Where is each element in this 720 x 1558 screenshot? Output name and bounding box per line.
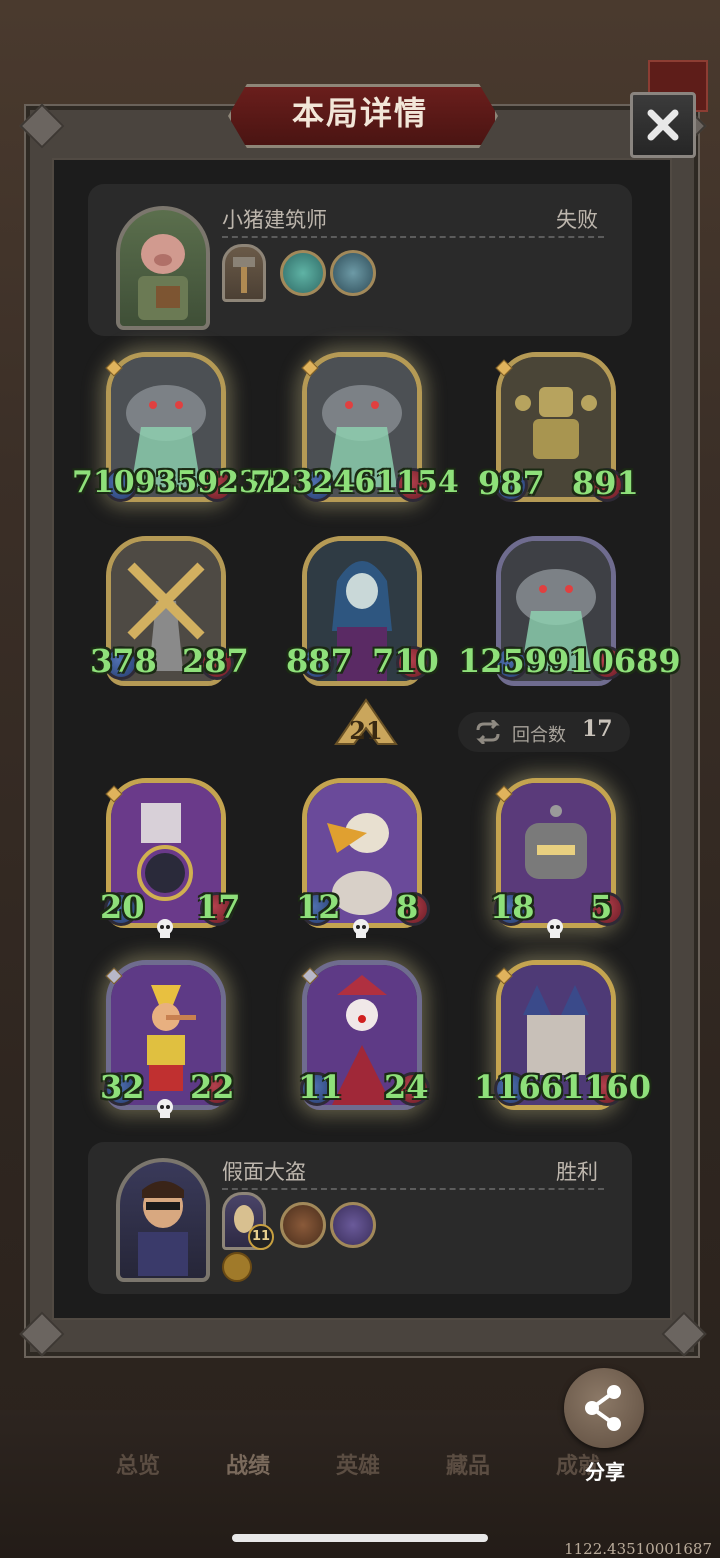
player-minion-1-attack: 20: [100, 888, 145, 926]
skull-icon: [547, 919, 563, 938]
close-button[interactable]: [630, 92, 696, 158]
wand-token[interactable]: [330, 1202, 376, 1248]
skull-icon: [353, 919, 369, 938]
opponent-minion-2-stats: 7232461154: [250, 465, 459, 500]
page-title: 本局详情: [291, 94, 428, 132]
nav-heroes[interactable]: 英雄: [336, 1448, 380, 1480]
home-indicator[interactable]: [232, 1534, 488, 1542]
tier-value: 21: [349, 716, 383, 745]
round-value: 17: [582, 716, 613, 742]
pig-badge-icon: [222, 1252, 252, 1282]
repeat-arrows-icon: [476, 720, 500, 744]
nav-collection[interactable]: 藏品: [446, 1448, 490, 1480]
player-minion-6-health: 1160: [562, 1068, 652, 1106]
skull-icon: [157, 919, 173, 938]
hammer-icon: [233, 257, 255, 293]
opponent-result: 失败: [556, 208, 598, 232]
player-portrait[interactable]: [116, 1158, 210, 1282]
player-minion-3-health: 5: [590, 888, 613, 926]
share-icon: [585, 1385, 621, 1431]
player-minion-4-health: 22: [190, 1068, 235, 1106]
opponent-minion-4-health: 287: [182, 642, 249, 680]
blueprint-token[interactable]: [280, 250, 326, 296]
share-label: 分享: [585, 1460, 625, 1484]
skull-icon: [157, 1099, 173, 1118]
opponent-minion-6-stats: 1259910689: [458, 642, 681, 680]
hero-power-count: 11: [248, 1224, 274, 1250]
divider: [222, 236, 604, 238]
player-minion-3-attack: 18: [490, 888, 535, 926]
opponent-name: 小猪建筑师: [222, 208, 327, 232]
opponent-minion-5-attack: 887: [286, 642, 353, 680]
round-label: 回合数: [512, 725, 566, 746]
rock-token[interactable]: [280, 1202, 326, 1248]
opponent-portrait[interactable]: [116, 206, 210, 330]
player-minion-2-health: 8: [396, 888, 419, 926]
player-result: 胜利: [556, 1160, 598, 1184]
opponent-minion-3-attack: 987: [478, 464, 545, 502]
version-text: 1122.43510001687: [564, 1540, 712, 1558]
player-minion-4-attack: 32: [100, 1068, 145, 1106]
player-minion-5-health: 24: [384, 1068, 429, 1106]
nav-records[interactable]: 战绩: [226, 1448, 270, 1480]
bottle-token[interactable]: [330, 250, 376, 296]
divider: [222, 1188, 604, 1190]
player-minion-5-attack: 11: [298, 1068, 343, 1106]
hero-power-card[interactable]: [222, 244, 266, 302]
opponent-minion-4-attack: 378: [90, 642, 157, 680]
opponent-minion-3-health: 891: [572, 464, 639, 502]
nav-overview[interactable]: 总览: [116, 1448, 160, 1480]
player-minion-2-attack: 12: [296, 888, 341, 926]
opponent-minion-5-health: 710: [372, 642, 439, 680]
player-minion-1-health: 17: [196, 888, 241, 926]
player-name: 假面大盗: [222, 1160, 306, 1184]
player-minion-6-attack: 1166: [474, 1068, 564, 1106]
share-button[interactable]: [564, 1368, 644, 1448]
masked-thief-icon: [138, 1181, 188, 1276]
close-x-icon: [647, 109, 679, 141]
pig-builder-icon: [138, 234, 188, 320]
